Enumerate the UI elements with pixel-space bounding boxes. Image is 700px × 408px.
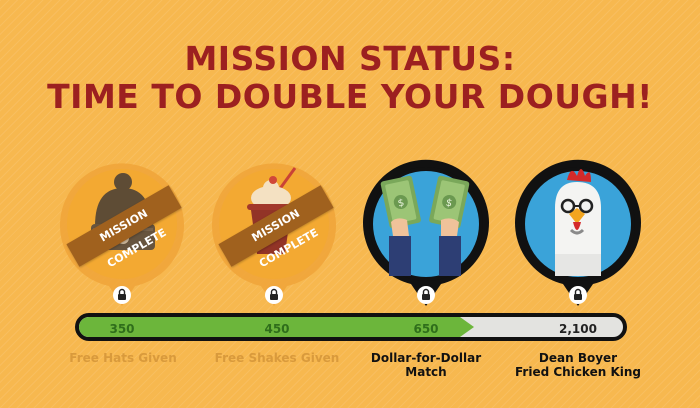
lock-icon	[265, 286, 283, 304]
milestone-value-chicken-king: 2,100	[559, 322, 597, 336]
lock-icon	[113, 286, 131, 304]
lock-icon	[417, 286, 435, 304]
title-line-2: TIME TO DOUBLE YOUR DOUGH!	[47, 77, 653, 116]
title-line-1: MISSION STATUS:	[184, 39, 516, 78]
lock-icon	[569, 286, 587, 304]
milestone-chicken-king	[513, 158, 643, 308]
milestone-label-shakes: Free Shakes Given	[214, 351, 340, 365]
milestone-dollar-match: $ $	[361, 158, 491, 308]
milestone-label-hats: Free Hats Given	[69, 351, 177, 365]
milestone-label-chicken-king: Dean Boyer Fried Chicken King	[514, 351, 641, 379]
milestone-value-shakes: 450	[264, 322, 290, 336]
milestone-value-hats: 350	[109, 322, 135, 336]
milestone-shakes: MISSION COMPLETE	[209, 158, 339, 308]
milestone-label-dollar-match: Dollar-for-Dollar Match	[370, 351, 482, 379]
milestone-value-dollar-match: 650	[413, 322, 439, 336]
milestone-hats: MISSION COMPLETE	[57, 158, 187, 308]
